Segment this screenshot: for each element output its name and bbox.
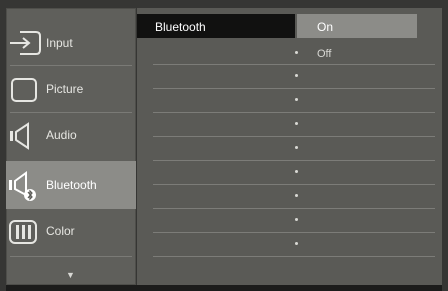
option-on[interactable]: On — [297, 14, 417, 38]
row-divider — [153, 112, 435, 113]
row-divider — [153, 208, 435, 209]
empty-row-marker — [295, 170, 298, 173]
empty-row-marker — [295, 74, 298, 77]
picture-icon — [6, 70, 46, 110]
input-icon — [6, 24, 46, 64]
color-icon — [6, 212, 46, 252]
osd-bottom-edge — [6, 285, 442, 291]
menu-item-input[interactable]: Input — [6, 22, 136, 64]
empty-row-marker — [295, 98, 298, 101]
menu-item-label: Bluetooth — [46, 178, 97, 192]
chevron-down-icon[interactable]: ▼ — [66, 270, 75, 280]
audio-icon — [6, 116, 46, 156]
menu-item-label: Audio — [46, 128, 77, 142]
row-divider — [153, 184, 435, 185]
row-divider — [153, 256, 435, 257]
menu-item-color[interactable]: Color — [6, 210, 136, 252]
menu-item-bluetooth[interactable]: Bluetooth — [6, 161, 136, 209]
row-divider — [153, 232, 435, 233]
row-divider — [153, 64, 435, 65]
osd-window: Input Picture Audio Bluetooth Color ▼ Bl… — [0, 0, 448, 291]
row-divider — [153, 88, 435, 89]
bluetooth-icon — [6, 165, 46, 205]
menu-item-audio[interactable]: Audio — [6, 114, 136, 156]
row-divider — [153, 136, 435, 137]
option-on-label: On — [317, 20, 334, 34]
menu-item-picture[interactable]: Picture — [6, 68, 136, 110]
menu-item-label: Input — [46, 36, 73, 50]
menu-item-label: Color — [46, 224, 75, 238]
setting-label-text: Bluetooth — [155, 20, 206, 34]
empty-row-marker — [295, 146, 298, 149]
setting-label: Bluetooth — [137, 14, 295, 38]
empty-row-marker — [295, 194, 298, 197]
empty-row-marker — [295, 218, 298, 221]
empty-row-marker — [295, 242, 298, 245]
option-marker — [295, 51, 298, 54]
menu-item-label: Picture — [46, 82, 84, 96]
row-divider — [153, 160, 435, 161]
submenu-panel: Bluetooth On Off — [137, 8, 442, 285]
option-off[interactable]: Off — [317, 48, 331, 60]
menu-divider — [10, 112, 132, 113]
main-menu: Input Picture Audio Bluetooth Color ▼ — [6, 8, 136, 285]
menu-divider — [10, 65, 132, 66]
menu-divider — [10, 256, 132, 257]
empty-row-marker — [295, 122, 298, 125]
